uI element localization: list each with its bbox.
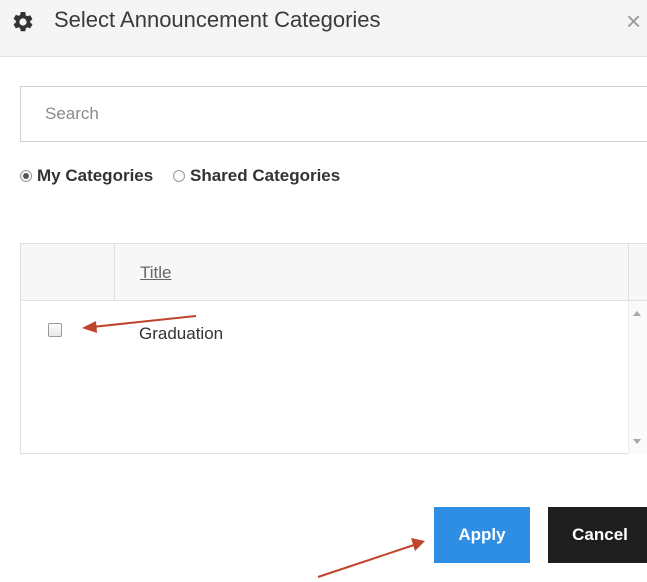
annotation-arrows: [82, 315, 425, 578]
arrow-to-apply: [317, 538, 425, 578]
dialog: Select Announcement Categories × My Cate…: [0, 0, 647, 582]
arrow-to-checkbox: [82, 315, 197, 333]
